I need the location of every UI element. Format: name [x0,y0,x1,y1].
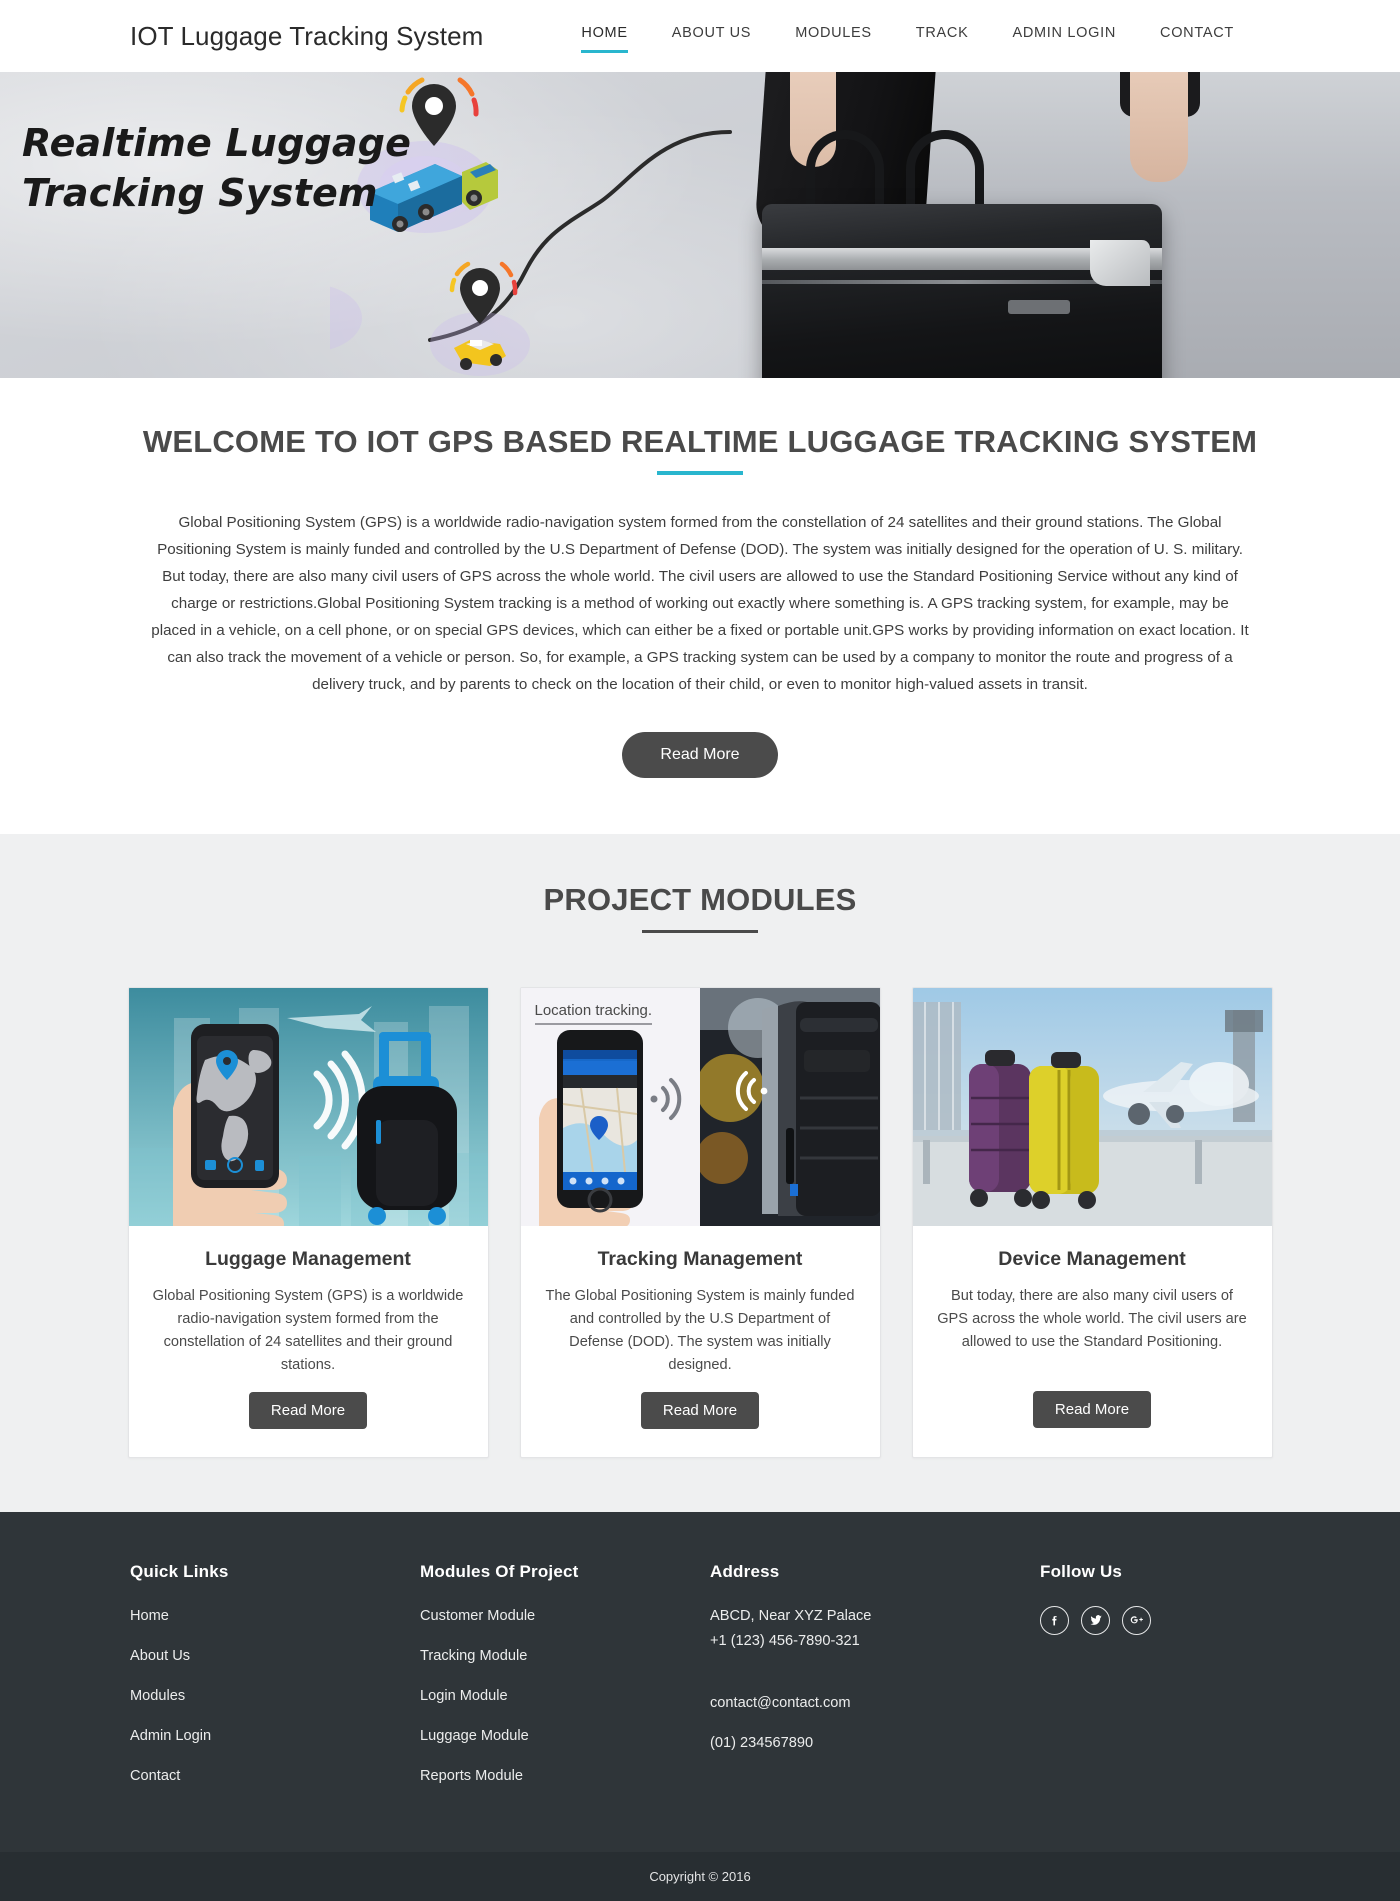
main-navigation: HOME ABOUT US MODULES TRACK ADMIN LOGIN … [581,25,1234,53]
tracking-suitcase-photo [700,988,880,1227]
luggage-management-read-more-button[interactable]: Read More [248,1391,368,1429]
module-card-tracking-management[interactable]: Location tracking. Tracking Management T… [519,987,881,1458]
follow-us-heading: Follow Us [1040,1561,1123,1581]
address-line-2: +1 (123) 456-7890-321 [710,1632,860,1649]
welcome-read-more-button[interactable]: Read More [622,732,778,779]
tracking-management-image: Location tracking. [520,988,880,1227]
nav-item-about-us[interactable]: ABOUT US [672,25,751,48]
copyright-bar: Copyright © 2016 [0,1852,1400,1901]
hero-banner: Realtime Luggage Tracking System [0,72,1400,378]
hero-title: Realtime Luggage Tracking System [22,118,411,218]
footer-link-tracking-module[interactable]: Tracking Module [420,1646,710,1667]
module-card-luggage-management[interactable]: Luggage Management Global Positioning Sy… [127,987,489,1458]
device-management-title: Device Management [998,1248,1186,1271]
hero-title-line-1: Realtime Luggage [22,121,412,165]
address-spacer [710,1671,1040,1693]
map-pin-icon-mid [430,261,530,376]
map-pin-icon-left [330,286,362,350]
luggage-management-title: Luggage Management [205,1248,411,1271]
nav-item-home[interactable]: HOME [581,25,629,53]
address-heading: Address [710,1561,780,1581]
footer-link-about-us[interactable]: About Us [130,1646,420,1667]
briefcase-image [762,204,1162,378]
google-plus-icon[interactable] [1122,1605,1151,1635]
modules-title: PROJECT MODULES [543,882,857,918]
footer-address: Address ABCD, Near XYZ Palace +1 (123) 4… [710,1562,1040,1807]
footer-quick-links: Quick Links Home About Us Modules Admin … [130,1562,420,1807]
footer-link-luggage-module[interactable]: Luggage Module [420,1726,710,1747]
brand-title: IOT Luggage Tracking System [130,20,484,51]
address-phone[interactable]: (01) 234567890 [710,1733,1040,1754]
copyright-text: Copyright © 2016 [649,1869,751,1885]
briefcase-label [1008,300,1070,314]
tracking-management-body: Tracking Management The Global Positioni… [521,1226,880,1456]
hero-title-line-2: Tracking System [22,171,378,216]
footer-link-admin-login[interactable]: Admin Login [130,1726,420,1747]
person-arm-right [1130,72,1188,182]
phone-and-suitcase-illustration [128,988,488,1227]
device-management-read-more-button[interactable]: Read More [1032,1391,1152,1429]
facebook-icon[interactable] [1040,1605,1069,1635]
address-line-1: ABCD, Near XYZ Palace [710,1607,872,1624]
quick-links-heading: Quick Links [130,1561,229,1581]
project-modules-heading: Modules Of Project [420,1561,579,1581]
nav-item-modules[interactable]: MODULES [795,25,872,48]
footer-link-contact[interactable]: Contact [130,1766,420,1787]
tracking-phone-panel: Location tracking. [520,988,700,1227]
modules-title-underline [642,930,758,934]
nav-item-admin-login[interactable]: ADMIN LOGIN [1012,25,1116,48]
device-management-image [912,988,1272,1227]
luggage-management-body: Luggage Management Global Positioning Sy… [129,1226,488,1456]
tracking-management-read-more-button[interactable]: Read More [640,1391,760,1429]
luggage-management-image [128,988,488,1227]
map-pin-icon-top [399,77,479,146]
module-cards: Luggage Management Global Positioning Sy… [0,987,1400,1458]
address-email[interactable]: contact@contact.com [710,1693,1040,1714]
tracking-management-title: Tracking Management [597,1248,803,1271]
footer-link-customer-module[interactable]: Customer Module [420,1606,710,1627]
hand-holding-phone-illustration [538,1030,681,1227]
device-management-body: Device Management But today, there are a… [913,1226,1272,1456]
footer-link-reports-module[interactable]: Reports Module [420,1766,710,1787]
site-header: IOT Luggage Tracking System HOME ABOUT U… [0,0,1400,72]
device-management-text: But today, there are also many civil use… [937,1288,1247,1351]
social-links [1040,1605,1270,1635]
twitter-icon[interactable] [1081,1605,1110,1635]
welcome-title: WELCOME TO IOT GPS BASED REALTIME LUGGAG… [142,424,1258,459]
site-footer: Quick Links Home About Us Modules Admin … [0,1511,1400,1853]
nav-item-contact[interactable]: CONTACT [1160,25,1234,48]
airport-suitcases-photo [912,988,1272,1227]
welcome-section: WELCOME TO IOT GPS BASED REALTIME LUGGAG… [0,378,1400,835]
footer-follow-us: Follow Us [1040,1562,1270,1807]
luggage-management-text: Global Positioning System (GPS) is a wor… [152,1288,464,1374]
module-card-device-management[interactable]: Device Management But today, there are a… [911,987,1273,1458]
footer-link-home[interactable]: Home [130,1606,420,1627]
footer-link-login-module[interactable]: Login Module [420,1686,710,1707]
suitcase-closeup-illustration [700,988,880,1227]
footer-link-modules[interactable]: Modules [130,1686,420,1707]
tracking-management-text: The Global Positioning System is mainly … [545,1288,855,1374]
welcome-title-underline [657,471,743,475]
nav-item-track[interactable]: TRACK [916,25,969,48]
briefcase-corner [1090,240,1150,286]
project-modules-section: PROJECT MODULES Luggage Management Globa… [0,834,1400,1512]
footer-project-modules: Modules Of Project Customer Module Track… [420,1562,710,1807]
welcome-paragraph: Global Positioning System (GPS) is a wor… [151,514,1249,694]
